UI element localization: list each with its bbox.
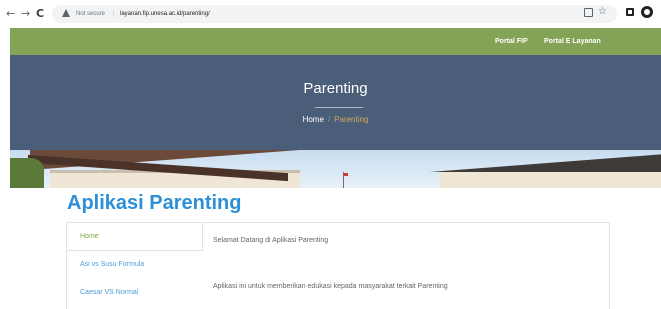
page-header-banner: Parenting Home / Parenting <box>10 55 661 150</box>
reload-icon[interactable]: C <box>36 7 44 21</box>
breadcrumb-separator: / <box>327 115 331 124</box>
url-divider: | <box>113 11 115 17</box>
breadcrumb-current: Parenting <box>334 115 369 124</box>
warning-icon[interactable] <box>62 9 70 17</box>
security-label[interactable]: Not secure <box>76 9 105 19</box>
page-title: Parenting <box>303 80 368 97</box>
browser-toolbar: ← → C Not secure | layanan.fip.unesa.ac.… <box>0 0 661 28</box>
photo-flag <box>344 173 348 176</box>
portal-e-layanan-link[interactable]: Portal E Layanan <box>544 37 601 47</box>
share-icon[interactable] <box>584 8 593 17</box>
portal-fip-link[interactable]: Portal FIP <box>495 37 528 47</box>
photo-tree <box>10 158 44 188</box>
sidebar-item-home[interactable]: Home <box>67 223 203 251</box>
photo-building-right <box>440 172 661 188</box>
content-area: Selamat Datang di Aplikasi Parenting Apl… <box>203 223 609 309</box>
sidebar-menu: Home Asi vs Susu Formula Caesar VS Norma… <box>67 223 203 309</box>
app-heading: Aplikasi Parenting <box>67 192 242 214</box>
title-underline <box>315 107 363 108</box>
extensions-icon[interactable] <box>626 8 634 16</box>
url-text[interactable]: layanan.fip.unesa.ac.id/parenting/ <box>120 9 210 19</box>
campus-building-photo <box>10 150 661 188</box>
breadcrumb-home-link[interactable]: Home <box>303 115 324 124</box>
profile-avatar-icon[interactable] <box>641 6 653 18</box>
bookmark-star-icon[interactable]: ☆ <box>598 5 607 19</box>
content-panel: Home Asi vs Susu Formula Caesar VS Norma… <box>66 222 610 309</box>
welcome-text: Selamat Datang di Aplikasi Parenting <box>213 237 329 244</box>
description-text: Aplikasi ini untuk memberikan edukasi ke… <box>213 283 448 290</box>
sidebar-item-asi-vs-susu-formula[interactable]: Asi vs Susu Formula <box>67 251 203 279</box>
back-arrow-icon[interactable]: ← <box>6 7 15 21</box>
sidebar-item-caesar-vs-normal[interactable]: Caesar VS Normal <box>67 279 203 307</box>
breadcrumb: Home / Parenting <box>10 114 661 126</box>
forward-arrow-icon[interactable]: → <box>21 7 30 21</box>
top-nav-bar: Portal FIP Portal E Layanan <box>10 28 661 55</box>
